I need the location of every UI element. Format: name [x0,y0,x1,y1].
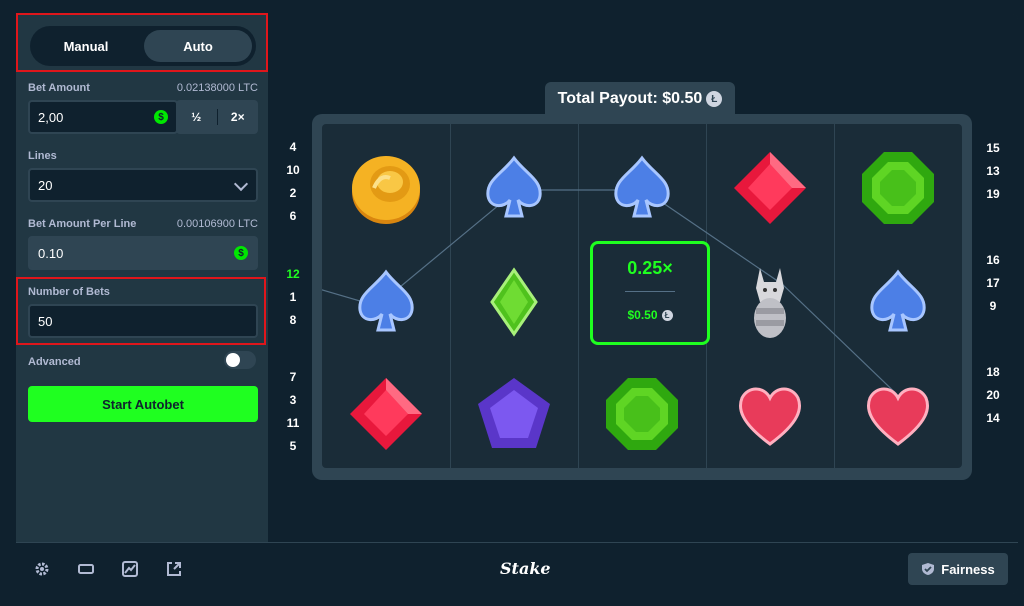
line-number: 4 [289,140,297,154]
line-numbers-left-top: 4 10 2 6 [278,136,308,228]
line-numbers-left-mid: 12 1 8 [278,263,308,332]
advanced-label: Advanced [28,356,81,368]
advanced-toggle[interactable] [224,351,256,369]
line-number: 13 [986,164,1000,178]
line-number: 7 [289,370,297,384]
start-autobet-button[interactable]: Start Autobet [28,386,258,422]
stats-chart-icon[interactable] [122,561,138,577]
dollar-coin-icon: $ [234,246,248,260]
stake-logo: Stake [500,559,551,578]
line-number: 8 [289,313,297,327]
line-number: 15 [986,141,1000,155]
bet-modifiers: ½ 2× [176,100,258,134]
lines-value: 20 [38,177,53,193]
double-button[interactable]: 2× [218,110,259,124]
line-number: 14 [986,411,1000,425]
spade-symbol-icon [474,148,554,228]
red-diamond-icon [346,374,426,454]
bet-per-line-conversion: 0.00106900 LTC [176,218,258,230]
line-number-active: 12 [286,267,300,281]
total-payout-text: Total Payout: $0.50 [557,90,703,107]
fairness-button[interactable]: Fairness [908,553,1008,585]
popout-icon[interactable] [166,561,182,577]
win-amount-row: $0.50 Ł [593,308,707,322]
line-numbers-right-top: 15 13 19 [978,137,1008,206]
reel-grid: 0.25× $0.50 Ł [322,124,962,468]
line-number: 17 [986,276,1000,290]
number-of-bets-input[interactable]: 50 [28,304,258,338]
bet-per-line-field: 0.10 $ [28,236,258,270]
game-frame: Manual Auto Bet Amount 0.02138000 LTC 2,… [16,14,1018,594]
line-number: 1 [289,290,297,304]
line-numbers-right-mid: 16 17 9 [978,249,1008,318]
green-gem-icon [602,374,682,454]
line-number: 5 [289,439,297,453]
manual-tab[interactable]: Manual [34,30,138,62]
lines-label: Lines [28,150,57,162]
line-number: 10 [286,163,300,177]
line-number: 20 [986,388,1000,402]
bet-per-line-label: Bet Amount Per Line [28,218,137,230]
bet-amount-label: Bet Amount [28,82,90,94]
total-payout-tab: Total Payout: $0.50 Ł [545,82,735,116]
dollar-coin-icon: $ [154,110,168,124]
wolf-symbol-icon [730,262,810,342]
spade-symbol-icon [602,148,682,228]
bet-amount-input[interactable]: 2,00 $ [28,100,178,134]
purple-gem-icon [474,374,554,454]
spade-symbol-icon [858,262,938,342]
litecoin-icon: Ł [661,309,673,321]
shield-check-icon [922,563,935,575]
green-diamond-icon [474,262,554,342]
fairness-label: Fairness [941,561,995,577]
line-number: 11 [286,416,300,430]
bet-amount-conversion: 0.02138000 LTC [176,82,258,94]
win-multiplier: 0.25× [627,258,673,278]
theatre-mode-icon[interactable] [78,561,94,577]
game-area: Total Payout: $0.50 Ł 4 10 2 6 12 1 8 7 … [268,14,1018,542]
line-numbers-right-bottom: 18 20 14 [978,361,1008,430]
bet-amount-label-row: Bet Amount 0.02138000 LTC [28,82,258,94]
line-number: 9 [989,299,997,313]
bet-per-line-value: 0.10 [38,245,64,261]
mode-toggle: Manual Auto [30,26,256,66]
win-divider [625,291,675,292]
slot-board: 0.25× $0.50 Ł [312,114,972,480]
lines-label-row: Lines [28,150,258,162]
half-button[interactable]: ½ [176,110,217,124]
auto-tab[interactable]: Auto [144,30,252,62]
winning-cell: 0.25× $0.50 Ł [590,241,710,345]
lines-select[interactable]: 20 [28,168,258,202]
bet-sidebar: Manual Auto Bet Amount 0.02138000 LTC 2,… [16,14,268,542]
line-number: 6 [289,209,297,223]
spade-symbol-icon [346,262,426,342]
game-footer: Stake Fairness [16,542,1018,594]
coin-symbol-icon [346,148,426,228]
litecoin-icon: Ł [706,91,723,107]
line-number: 19 [986,187,1000,201]
number-of-bets-label-row: Number of Bets [28,286,258,298]
heart-symbol-icon [858,374,938,454]
number-of-bets-value: 50 [38,313,53,329]
line-number: 16 [986,253,1000,267]
line-number: 2 [289,186,297,200]
chevron-down-icon [233,176,249,192]
line-number: 3 [289,393,297,407]
bet-amount-value: 2,00 [38,109,64,125]
win-amount: $0.50 [627,308,658,322]
gear-icon[interactable] [34,561,50,577]
red-diamond-icon [730,148,810,228]
line-numbers-left-bottom: 7 3 11 5 [278,366,308,458]
heart-symbol-icon [730,374,810,454]
green-gem-icon [858,148,938,228]
line-number: 18 [986,365,1000,379]
number-of-bets-label: Number of Bets [28,286,110,298]
toggle-knob [226,353,240,367]
bet-per-line-label-row: Bet Amount Per Line 0.00106900 LTC [28,218,258,230]
